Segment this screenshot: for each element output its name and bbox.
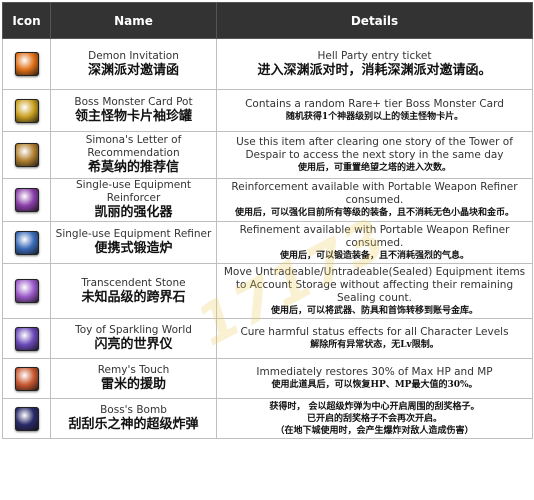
item-name-en: Simona's Letter of Recommendation bbox=[85, 134, 182, 159]
icon-cell bbox=[2, 358, 51, 399]
items-table: Icon Name Details Demon Invitation 深渊派对邀请… bbox=[2, 2, 533, 439]
icon-cell bbox=[2, 38, 51, 90]
table-row: Toy of Sparkling World 闪亮的世界仪 Cure harmful… bbox=[2, 318, 533, 359]
item-details-en: Refinement available with Portable Weapo… bbox=[239, 223, 510, 249]
card-pot-icon bbox=[14, 98, 39, 123]
item-details-cn: 进入深渊派对时，消耗深渊派对邀请函。 bbox=[257, 62, 492, 78]
item-name-cn: 希莫纳的推荐信 bbox=[87, 160, 179, 175]
remys-touch-icon bbox=[14, 366, 39, 391]
letter-of-recommendation-icon bbox=[14, 143, 39, 167]
transcendent-stone-icon bbox=[14, 279, 39, 303]
item-name-cn: 凯丽的强化器 bbox=[94, 205, 173, 220]
item-name-cn: 深渊派对邀请函 bbox=[87, 62, 179, 78]
name-cell: Boss's Bomb 刮刮乐之神的超级炸弹 bbox=[50, 398, 217, 439]
item-details-en: Reinforcement available with Portable We… bbox=[231, 181, 518, 206]
table-row: Boss's Bomb 刮刮乐之神的超级炸弹 获得时， 会以超级炸弹为中心开启周围的… bbox=[2, 398, 533, 439]
table-row: Single-use Equipment Reinforcer 凯丽的强化器 Rei… bbox=[2, 178, 533, 222]
item-details-cn-line: （在地下城使用时，会产生爆炸对敌人造成伤害） bbox=[275, 425, 474, 436]
item-name-cn: 未知品级的跨界石 bbox=[81, 289, 186, 305]
details-cell: Contains a random Rare+ tier Boss Monste… bbox=[216, 89, 533, 132]
item-name-cn: 闪亮的世界仪 bbox=[94, 337, 173, 352]
item-details-en: Immediately restores 30% of Max HP and M… bbox=[256, 366, 493, 378]
name-cell: Simona's Letter of Recommendation 希莫纳的推荐信 bbox=[50, 131, 217, 179]
item-details-cn: 解除所有异常状态，无Lv限制。 bbox=[310, 340, 439, 350]
table-row: Single-use Equipment Refiner 便携式锻造炉 Refine… bbox=[2, 221, 533, 264]
item-name-en: Boss Monster Card Pot bbox=[74, 96, 193, 108]
name-cell: Demon Invitation 深渊派对邀请函 bbox=[50, 38, 217, 90]
equipment-refiner-icon bbox=[14, 230, 39, 255]
item-details-cn-line: 已开启的刮奖格子不会再次开启。 bbox=[306, 413, 442, 424]
item-name-en: Boss's Bomb bbox=[100, 404, 167, 416]
item-details-en: Move Untradeable/Untradeable(Sealed) Equ… bbox=[223, 265, 526, 304]
icon-cell bbox=[2, 131, 51, 179]
icon-cell bbox=[2, 89, 51, 132]
header-icon: Icon bbox=[2, 2, 51, 39]
item-details-cn: 使用后，可以将武器、防具和首饰转移到账号金库。 bbox=[270, 305, 478, 316]
details-cell: Refinement available with Portable Weapo… bbox=[216, 221, 533, 264]
table-row: Remy's Touch 雷米的援助 Immediately restores 30… bbox=[2, 358, 533, 399]
name-cell: Single-use Equipment Reinforcer 凯丽的强化器 bbox=[50, 178, 217, 222]
item-name-cn: 便携式锻造炉 bbox=[94, 241, 173, 256]
name-cell: Transcendent Stone 未知品级的跨界石 bbox=[50, 263, 217, 319]
item-details-cn: 使用后，可以强化目前所有等级的装备，且不消耗无色小晶块和金币。 bbox=[234, 208, 514, 218]
details-cell: 获得时， 会以超级炸弹为中心开启周围的刮奖格子。 已开启的刮奖格子不会再次开启。（… bbox=[216, 398, 533, 439]
details-cell: Hell Party entry ticket 进入深渊派对时，消耗深渊派对邀请函… bbox=[216, 38, 533, 90]
name-cell: Single-use Equipment Refiner 便携式锻造炉 bbox=[50, 221, 217, 264]
item-name-en: Remy's Touch bbox=[97, 364, 170, 376]
item-name-en: Single-use Equipment Reinforcer bbox=[76, 179, 191, 205]
table-row: Transcendent Stone 未知品级的跨界石 Move Untradeab… bbox=[2, 263, 533, 319]
item-name-cn: 刮刮乐之神的超级炸弹 bbox=[68, 417, 199, 432]
details-cell: Use this item after clearing one story o… bbox=[216, 131, 533, 179]
table-row: Demon Invitation 深渊派对邀请函 Hell Party entry … bbox=[2, 38, 533, 90]
boss-bomb-icon bbox=[14, 406, 39, 431]
demon-invitation-icon bbox=[14, 52, 39, 76]
equipment-reinforcer-icon bbox=[14, 188, 39, 212]
details-cell: Move Untradeable/Untradeable(Sealed) Equ… bbox=[216, 263, 533, 319]
item-details-cn: 使用后，可重置绝望之塔的进入次数。 bbox=[297, 163, 451, 173]
item-name-en: Toy of Sparkling World bbox=[75, 324, 192, 336]
sparkling-world-toy-icon bbox=[14, 326, 39, 351]
item-details-cn: 使用后，可以锻造装备，且不消耗强烈的气息。 bbox=[279, 250, 469, 261]
item-details-cn-line: 获得时， 会以超级炸弹为中心开启周围的刮奖格子。 bbox=[269, 401, 480, 412]
item-name-en: Demon Invitation bbox=[88, 49, 179, 62]
item-details-cn: 使用此道具后，可以恢复HP、MP最大值的30%。 bbox=[271, 380, 478, 390]
details-cell: Cure harmful status effects for all Char… bbox=[216, 318, 533, 359]
details-cell: Immediately restores 30% of Max HP and M… bbox=[216, 358, 533, 399]
name-cell: Boss Monster Card Pot 领主怪物卡片袖珍罐 bbox=[50, 89, 217, 132]
item-details-cn: 随机获得1个神器级别以上的领主怪物卡片。 bbox=[285, 112, 464, 122]
item-details-en: Contains a random Rare+ tier Boss Monste… bbox=[245, 98, 504, 110]
header-details: Details bbox=[216, 2, 533, 39]
icon-cell bbox=[2, 318, 51, 359]
item-name-en: Transcendent Stone bbox=[81, 276, 186, 289]
item-name-cn: 雷米的援助 bbox=[100, 377, 166, 392]
name-cell: Toy of Sparkling World 闪亮的世界仪 bbox=[50, 318, 217, 359]
table-row: Simona's Letter of Recommendation 希莫纳的推荐信… bbox=[2, 131, 533, 179]
icon-cell bbox=[2, 263, 51, 319]
table-row: Boss Monster Card Pot 领主怪物卡片袖珍罐 Contains a… bbox=[2, 89, 533, 132]
header-row: Icon Name Details bbox=[2, 2, 533, 39]
item-name-cn: 领主怪物卡片袖珍罐 bbox=[74, 109, 192, 124]
item-details-en: Use this item after clearing one story o… bbox=[236, 136, 513, 161]
icon-cell bbox=[2, 221, 51, 264]
item-name-en: Single-use Equipment Refiner bbox=[55, 228, 212, 240]
item-details-en: Cure harmful status effects for all Char… bbox=[240, 326, 509, 338]
header-name: Name bbox=[50, 2, 217, 39]
icon-cell bbox=[2, 178, 51, 222]
icon-cell bbox=[2, 398, 51, 439]
name-cell: Remy's Touch 雷米的援助 bbox=[50, 358, 217, 399]
details-cell: Reinforcement available with Portable We… bbox=[216, 178, 533, 222]
item-details-en: Hell Party entry ticket bbox=[317, 49, 432, 62]
